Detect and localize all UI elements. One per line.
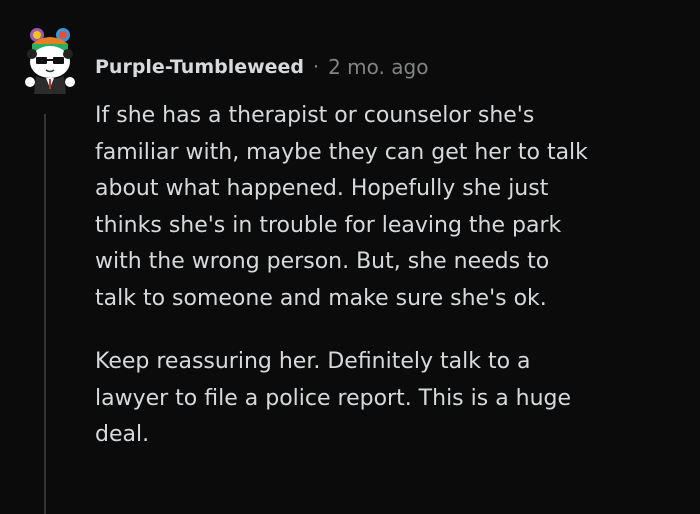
meta-separator: · xyxy=(313,56,320,78)
user-avatar-icon[interactable] xyxy=(18,26,80,96)
comment-paragraph-1: If she has a therapist or counselor she'… xyxy=(95,103,588,311)
username-link[interactable]: Purple-Tumbleweed xyxy=(95,56,304,78)
comment-paragraph-2: Keep reassuring her. Definitely talk to … xyxy=(95,349,572,447)
comment-header: Purple-Tumbleweed · 2 mo. ago xyxy=(95,52,428,82)
thread-collapse-line[interactable] xyxy=(44,114,46,514)
comment-body: If she has a therapist or counselor she'… xyxy=(95,98,685,454)
comment-timestamp[interactable]: 2 mo. ago xyxy=(328,55,428,79)
comment: Purple-Tumbleweed · 2 mo. ago If she has… xyxy=(0,0,700,514)
